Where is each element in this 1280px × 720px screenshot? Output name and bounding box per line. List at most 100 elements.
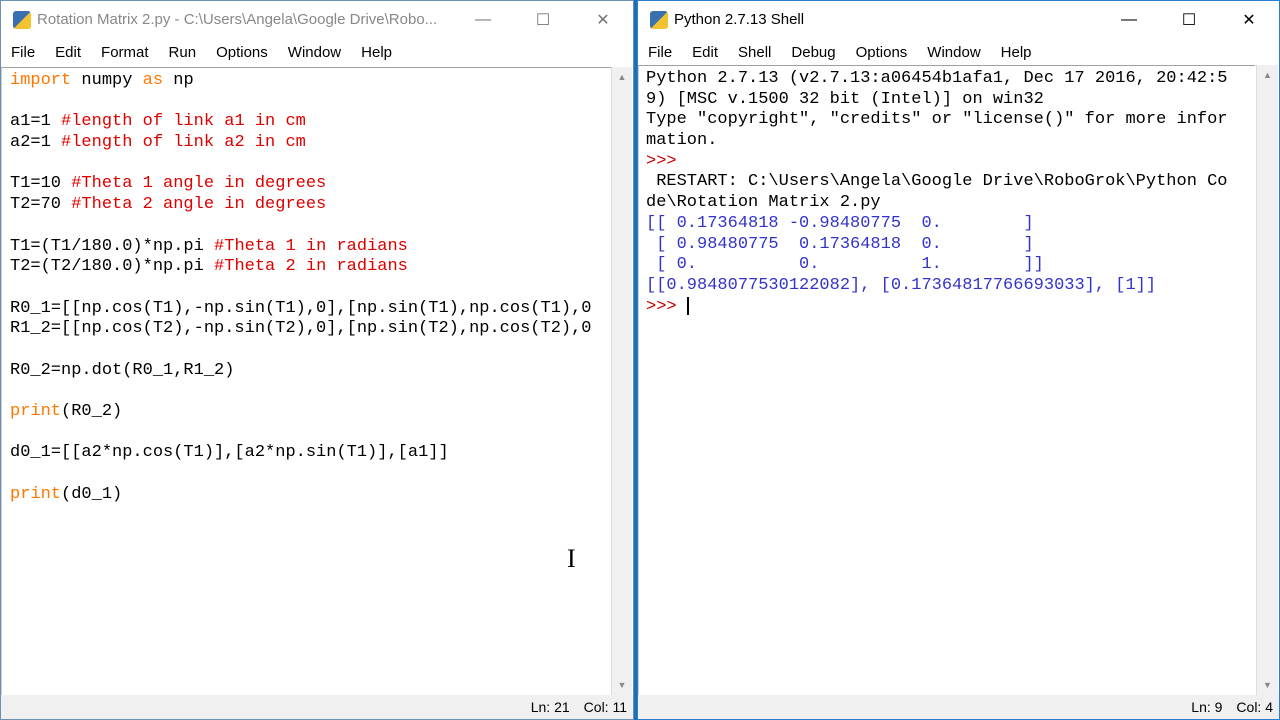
code-line: [ 0.98480775 0.17364818 0. ]	[646, 235, 1255, 256]
scroll-down-arrow-icon[interactable]: ▼	[1257, 675, 1278, 695]
code-line: [[ 0.17364818 -0.98480775 0. ]	[646, 214, 1255, 235]
scroll-up-arrow-icon[interactable]: ▲	[612, 67, 632, 87]
code-token: [ 0.98480775 0.17364818 0. ]	[646, 234, 1034, 254]
code-editor[interactable]: import numpy as np a1=1 #length of link a…	[1, 67, 611, 695]
code-token: RESTART: C:\Users\Angela\Google Drive\Ro…	[646, 172, 1228, 192]
code-line: 9) [MSC v.1500 32 bit (Intel)] on win32	[646, 90, 1255, 111]
shell-window: Python 2.7.13 Shell — ☐ ✕ File Edit Shell D…	[637, 0, 1280, 720]
close-button[interactable]: ✕	[1219, 10, 1279, 30]
code-token: #length of link a2 in cm	[61, 133, 306, 153]
code-line: R1_2=[[np.cos(T2),-np.sin(T2),0],[np.sin…	[10, 319, 611, 340]
menu-options[interactable]: Options	[848, 44, 916, 61]
code-token: d0_1=[[a2*np.cos(T1)],[a2*np.sin(T1)],[a…	[10, 443, 449, 463]
code-line: Python 2.7.13 (v2.7.13:a06454b1afa1, Dec…	[646, 69, 1255, 90]
line-number: Ln: 21	[530, 699, 570, 715]
code-token: (R0_2)	[61, 402, 123, 421]
maximize-button[interactable]: ☐	[513, 10, 573, 30]
code-token: a1=1	[10, 112, 62, 132]
code-token: import	[10, 71, 72, 90]
code-token: #Theta 1 in radians	[214, 236, 408, 256]
scroll-up-arrow-icon[interactable]: ▲	[1257, 65, 1278, 85]
code-token: mation.	[646, 131, 718, 151]
code-token: as	[142, 71, 164, 90]
column-number: Col: 4	[1236, 699, 1273, 715]
shell-console[interactable]: Python 2.7.13 (v2.7.13:a06454b1afa1, Dec…	[638, 65, 1255, 695]
menu-shell[interactable]: Shell	[730, 44, 779, 61]
editor-scrollbar[interactable]: ▲ ▼	[611, 67, 632, 695]
code-line: >>>	[646, 152, 1255, 173]
code-token: numpy	[71, 71, 143, 90]
code-line: [ 0. 0. 1. ]]	[646, 255, 1255, 276]
code-token: [[0.9848077530122082], [0.17364817766693…	[646, 275, 1157, 295]
menu-run[interactable]: Run	[161, 44, 205, 61]
menu-window[interactable]: Window	[919, 44, 988, 61]
code-token: T1=10	[10, 174, 72, 194]
code-token: R0_1=[[np.cos(T1),-np.sin(T1),0],[np.sin…	[10, 298, 592, 318]
python-shell-icon	[650, 10, 668, 29]
code-line: [[0.9848077530122082], [0.17364817766693…	[646, 276, 1255, 297]
line-number: Ln: 9	[1191, 699, 1223, 715]
menu-window[interactable]: Window	[280, 44, 349, 61]
code-line: de\Rotation Matrix 2.py	[646, 193, 1255, 214]
menu-edit[interactable]: Edit	[684, 44, 726, 61]
close-button[interactable]: ✕	[573, 10, 633, 30]
editor-window: Rotation Matrix 2.py - C:\Users\Angela\G…	[0, 0, 634, 720]
code-line: d0_1=[[a2*np.cos(T1)],[a2*np.sin(T1)],[a…	[10, 443, 611, 464]
code-line: mation.	[646, 131, 1255, 152]
code-line: a2=1 #length of link a2 in cm	[10, 133, 611, 154]
maximize-button[interactable]: ☐	[1159, 10, 1219, 30]
editor-status-bar: Ln: 21 Col: 11	[1, 695, 633, 719]
code-token: T2=70	[10, 195, 72, 215]
code-token: print	[10, 484, 62, 504]
minimize-button[interactable]: —	[1099, 11, 1159, 29]
shell-scrollbar[interactable]: ▲ ▼	[1256, 65, 1278, 695]
menu-help[interactable]: Help	[993, 44, 1040, 61]
code-line: R0_2=np.dot(R0_1,R1_2)	[10, 361, 611, 382]
scroll-down-arrow-icon[interactable]: ▼	[612, 675, 632, 695]
menu-edit[interactable]: Edit	[47, 44, 89, 61]
code-token: R0_2=np.dot(R0_1,R1_2)	[10, 360, 235, 380]
code-token: Python 2.7.13 (v2.7.13:a06454b1afa1, Dec…	[646, 69, 1228, 88]
menu-format[interactable]: Format	[93, 44, 157, 61]
code-token: #length of link a1 in cm	[61, 112, 306, 132]
code-token: #Theta 1 angle in degrees	[71, 174, 327, 194]
code-line: T1=(T1/180.0)*np.pi #Theta 1 in radians	[10, 237, 611, 258]
code-token: (d0_1)	[61, 484, 123, 504]
editor-title: Rotation Matrix 2.py - C:\Users\Angela\G…	[37, 11, 438, 28]
code-token: #Theta 2 in radians	[214, 257, 408, 277]
code-token: [[ 0.17364818 -0.98480775 0. ]	[646, 213, 1034, 233]
code-line: T2=70 #Theta 2 angle in degrees	[10, 195, 611, 216]
code-token: 9) [MSC v.1500 32 bit (Intel)] on win32	[646, 89, 1044, 109]
menu-file[interactable]: File	[3, 44, 43, 61]
shell-title-bar: Python 2.7.13 Shell — ☐ ✕	[638, 1, 1279, 38]
menu-help[interactable]: Help	[353, 44, 400, 61]
code-token: print	[10, 402, 62, 421]
code-line: print(d0_1)	[10, 485, 611, 506]
code-line: R0_1=[[np.cos(T1),-np.sin(T1),0],[np.sin…	[10, 299, 611, 320]
menu-debug[interactable]: Debug	[783, 44, 843, 61]
minimize-button[interactable]: —	[453, 11, 513, 29]
code-token: >>>	[646, 151, 687, 171]
code-line: print(R0_2)	[10, 402, 611, 423]
code-line: T2=(T2/180.0)*np.pi #Theta 2 in radians	[10, 257, 611, 278]
code-line: a1=1 #length of link a1 in cm	[10, 112, 611, 133]
menu-options[interactable]: Options	[208, 44, 276, 61]
code-line: import numpy as np	[10, 71, 611, 92]
menu-file[interactable]: File	[640, 44, 680, 61]
shell-status-bar: Ln: 9 Col: 4	[638, 695, 1279, 719]
code-token: T2=(T2/180.0)*np.pi	[10, 257, 215, 277]
code-token: a2=1	[10, 133, 62, 153]
code-token: T1=(T1/180.0)*np.pi	[10, 236, 215, 256]
code-token: np	[163, 71, 194, 90]
column-number: Col: 11	[583, 699, 627, 715]
code-token: #Theta 2 angle in degrees	[71, 195, 327, 215]
mouse-ibeam-cursor-icon: I	[567, 544, 576, 573]
code-line: >>>	[646, 296, 1255, 318]
code-token: R1_2=[[np.cos(T2),-np.sin(T2),0],[np.sin…	[10, 319, 592, 339]
